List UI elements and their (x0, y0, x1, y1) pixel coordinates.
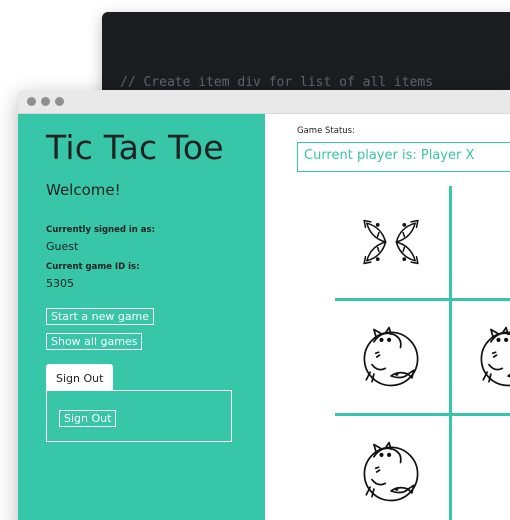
browser-titlebar (18, 90, 510, 114)
game-area: Game Status: Current player is: Player X (265, 114, 510, 520)
browser-window: Tic Tac Toe Welcome! Currently signed in… (18, 90, 510, 520)
window-minimize-dot-icon[interactable] (41, 97, 50, 106)
o-cat-icon (480, 326, 510, 387)
welcome-heading: Welcome! (46, 181, 121, 199)
show-all-row: Show all games (46, 325, 265, 350)
game-id-label: Current game ID is: (46, 262, 140, 272)
game-id-value: 5305 (46, 277, 74, 290)
signed-in-value: Guest (46, 240, 79, 253)
game-status-label: Game Status: (297, 126, 355, 136)
page-content: Tic Tac Toe Welcome! Currently signed in… (18, 114, 510, 520)
window-maximize-dot-icon[interactable] (55, 97, 64, 106)
o-cat-icon (363, 441, 419, 502)
sidebar: Tic Tac Toe Welcome! Currently signed in… (18, 114, 265, 520)
signed-in-label: Currently signed in as: (46, 225, 156, 235)
board-cell-3-1[interactable] (335, 416, 447, 520)
sign-out-panel: Sign Out (46, 390, 232, 442)
window-close-dot-icon[interactable] (27, 97, 36, 106)
board-cell-2-2[interactable] (452, 301, 510, 413)
new-game-row: Start a new game (46, 290, 265, 325)
board-cell-3-2[interactable] (452, 416, 510, 520)
game-board (335, 186, 510, 520)
x-fish-icon (363, 219, 419, 265)
board-cell-1-1[interactable] (335, 186, 447, 298)
app-title: Tic Tac Toe (46, 128, 224, 167)
tab-sign-out[interactable]: Sign Out (46, 364, 114, 391)
game-status-field: Current player is: Player X (297, 142, 510, 172)
auth-tabs: Sign Out Sign Out (46, 364, 232, 442)
board-cell-1-2[interactable] (452, 186, 510, 298)
board-cell-2-1[interactable] (335, 301, 447, 413)
sign-out-button[interactable]: Sign Out (59, 410, 117, 427)
show-all-games-button[interactable]: Show all games (46, 333, 143, 350)
screenshot-stage: // Create item div for list of all items… (0, 0, 510, 520)
start-new-game-button[interactable]: Start a new game (46, 308, 155, 325)
o-cat-icon (363, 326, 419, 387)
